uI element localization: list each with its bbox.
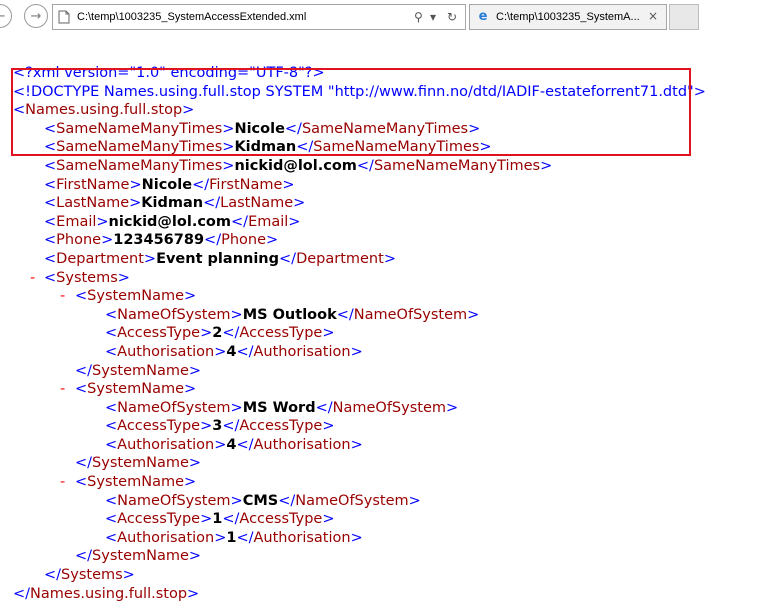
- forward-button[interactable]: →: [24, 4, 48, 28]
- collapse-toggle[interactable]: -: [60, 380, 65, 399]
- document-icon: [58, 10, 70, 24]
- xml-systems-close: </Systems>: [44, 567, 135, 584]
- xml-root-open: <Names.using.full.stop>: [13, 102, 195, 119]
- collapse-toggle[interactable]: -: [60, 473, 65, 492]
- xml-systems-open: - <Systems>: [30, 269, 130, 288]
- xml-element: <SameNameManyTimes>Kidman</SameNameManyT…: [44, 139, 492, 156]
- tab-title: C:\temp\1003235_SystemA...: [496, 11, 640, 23]
- back-button[interactable]: ←: [0, 4, 12, 28]
- xml-system-close: </SystemName>: [75, 362, 202, 379]
- xml-element: <Authorisation>4</Authorisation>: [105, 436, 363, 453]
- xml-element: <Phone>123456789</Phone>: [44, 232, 279, 249]
- back-icon: ←: [0, 10, 5, 23]
- address-text: C:\temp\1003235_SystemAccessExtended.xml: [77, 11, 307, 23]
- xml-system-open: - <SystemName>: [60, 473, 197, 492]
- xml-element: <NameOfSystem>MS Outlook</NameOfSystem>: [105, 306, 480, 323]
- xml-element: <FirstName>Nicole</FirstName>: [44, 176, 295, 193]
- xml-element: <SameNameManyTimes>nickid@lol.com</SameN…: [44, 157, 553, 174]
- xml-element: <AccessType>2</AccessType>: [105, 325, 335, 342]
- dropdown-icon[interactable]: ▾: [430, 9, 436, 25]
- refresh-icon[interactable]: ↻: [447, 9, 457, 25]
- xml-element: <LastName>Kidman</LastName>: [44, 195, 306, 212]
- xml-doctype: <!DOCTYPE Names.using.full.stop SYSTEM "…: [13, 83, 706, 100]
- xml-element: <NameOfSystem>CMS</NameOfSystem>: [105, 492, 421, 509]
- xml-element: <SameNameManyTimes>Nicole</SameNameManyT…: [44, 120, 481, 137]
- forward-icon: →: [30, 8, 42, 24]
- close-icon[interactable]: ×: [648, 9, 658, 23]
- browser-tab[interactable]: e C:\temp\1003235_SystemA... ×: [469, 4, 667, 30]
- xml-element: <Department>Event planning</Department>: [44, 250, 396, 267]
- collapse-toggle[interactable]: -: [60, 287, 65, 306]
- xml-system-close: </SystemName>: [75, 455, 202, 472]
- xml-element: <Authorisation>1</Authorisation>: [105, 529, 363, 546]
- xml-element: <Authorisation>4</Authorisation>: [105, 343, 363, 360]
- xml-element: <AccessType>1</AccessType>: [105, 511, 335, 528]
- xml-system-open: - <SystemName>: [60, 380, 197, 399]
- search-icon[interactable]: ⚲: [414, 9, 423, 25]
- collapse-toggle[interactable]: -: [30, 269, 35, 288]
- xml-system-open: - <SystemName>: [60, 287, 197, 306]
- address-bar[interactable]: C:\temp\1003235_SystemAccessExtended.xml…: [52, 4, 466, 30]
- new-tab-button[interactable]: [669, 4, 699, 30]
- xml-declaration: <?xml version="1.0" encoding="UTF-8"?>: [13, 65, 325, 81]
- xml-system-close: </SystemName>: [75, 548, 202, 565]
- xml-element: <Email>nickid@lol.com</Email>: [44, 213, 301, 230]
- xml-document: <?xml version="1.0" encoding="UTF-8"?> <…: [0, 64, 768, 603]
- ie-icon: e: [478, 9, 488, 24]
- xml-element: <AccessType>3</AccessType>: [105, 418, 335, 435]
- xml-element: <NameOfSystem>MS Word</NameOfSystem>: [105, 399, 459, 416]
- xml-root-close: </Names.using.full.stop>: [13, 585, 200, 602]
